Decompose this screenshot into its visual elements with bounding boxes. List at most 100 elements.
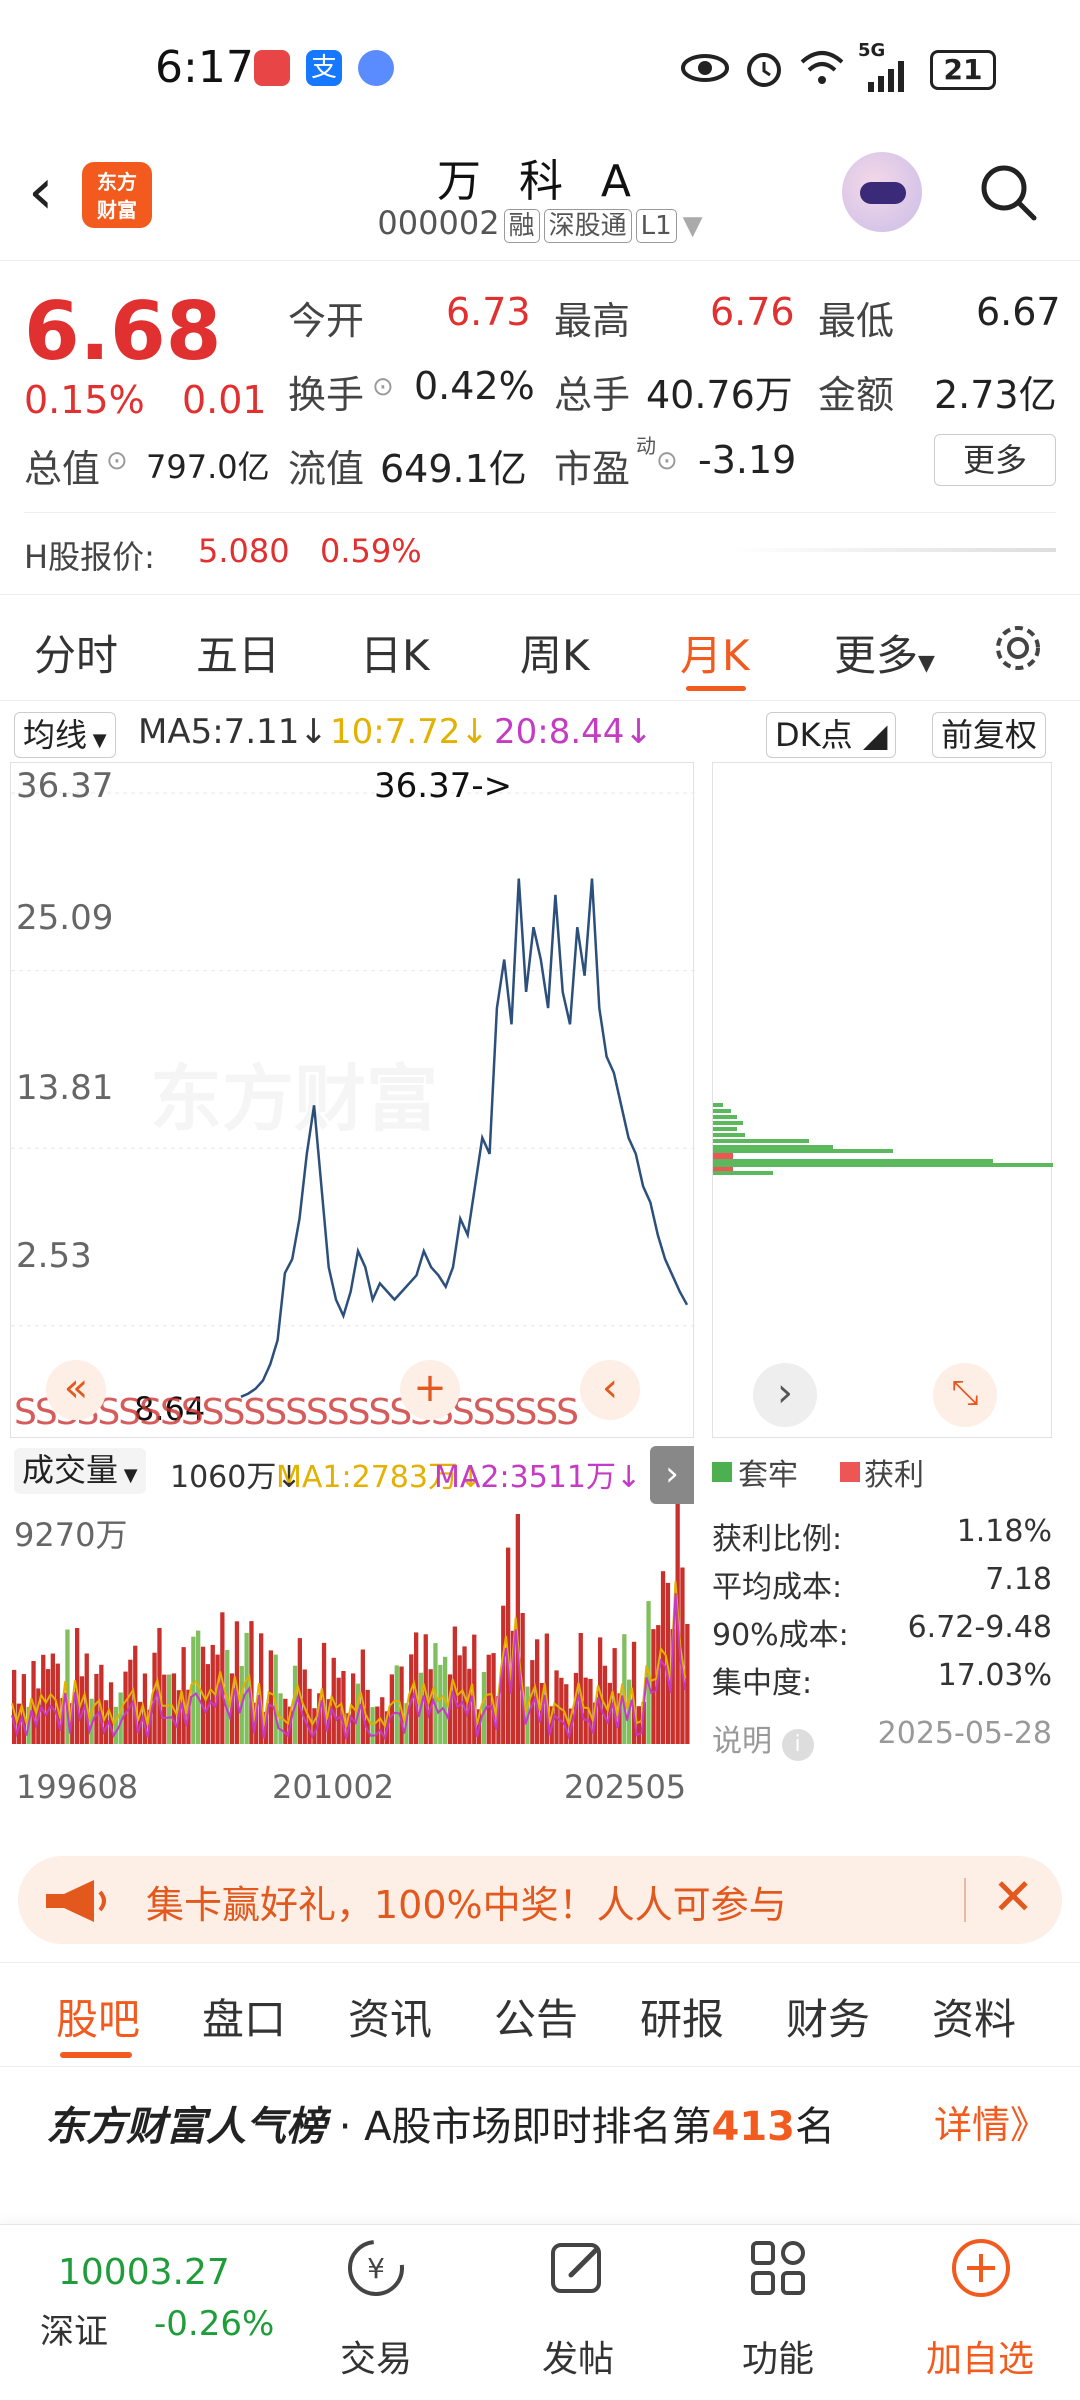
tab-forum[interactable]: 股吧 — [56, 1986, 140, 2047]
adjust-selector[interactable]: 前复权 — [932, 712, 1047, 758]
next-icon[interactable]: › — [753, 1363, 817, 1427]
settings-gear-icon[interactable] — [990, 620, 1046, 676]
profit-ratio-label: 获利比例: — [712, 1522, 843, 1557]
add-watchlist-icon[interactable] — [948, 2235, 1014, 2301]
tab-announcements[interactable]: 公告 — [494, 1986, 578, 2047]
volume-bar — [685, 1624, 690, 1744]
volume-ma2-text: MA2:3511万 — [434, 1460, 616, 1495]
trapped-legend-label: 套牢 — [738, 1458, 798, 1493]
huawei-app-icon — [254, 50, 290, 86]
signal-icon — [868, 61, 904, 92]
tab-intraday[interactable]: 分时 — [34, 622, 118, 683]
tag-level[interactable]: L1 — [635, 209, 677, 243]
volume-bar — [375, 1706, 380, 1744]
prev-icon[interactable]: ‹ — [580, 1360, 640, 1420]
zoom-in-icon[interactable]: + — [400, 1360, 460, 1420]
avg-cost-label: 平均成本: — [712, 1570, 843, 1605]
nav-post-label[interactable]: 发帖 — [518, 2330, 638, 2382]
tab-profile[interactable]: 资料 — [932, 1986, 1016, 2047]
tab-weekly-k[interactable]: 周K — [520, 622, 590, 683]
volume-bar — [268, 1650, 273, 1744]
tab-daily-k[interactable]: 日K — [360, 622, 430, 683]
info-circle-icon: i — [781, 1729, 814, 1761]
battery-icon: 21 — [930, 50, 996, 90]
nav-add-watchlist-label[interactable]: 加自选 — [920, 2330, 1040, 2382]
ma-selector[interactable]: 均线 ▼ — [14, 712, 116, 758]
info-icon[interactable]: ⊙ — [372, 372, 394, 402]
tab-more[interactable]: 更多▼ — [834, 622, 935, 683]
index-name[interactable]: 深证 — [40, 2304, 108, 2353]
promo-banner[interactable]: 集卡赢好礼，100%中奖！人人可参与 ✕ — [18, 1856, 1062, 1944]
rewind-icon[interactable]: « — [46, 1360, 106, 1420]
rank-prefix: · A股市场即时排名第 — [338, 2104, 712, 2150]
volume-bar — [162, 1674, 167, 1744]
tab-research[interactable]: 研报 — [640, 1986, 724, 2047]
avg-cost-row: 平均成本: 7.18 — [712, 1562, 1052, 1606]
volume-bar — [651, 1629, 656, 1744]
grid-apps-icon[interactable] — [745, 2235, 811, 2301]
more-button[interactable]: 更多 — [934, 434, 1056, 486]
profit-ratio-row: 获利比例: 1.18% — [712, 1514, 1052, 1558]
dk-point-selector[interactable]: DK点 ◢ — [766, 712, 897, 758]
profit-legend-swatch — [840, 1462, 860, 1482]
note-row[interactable]: 说明 i 2025-05-28 — [712, 1716, 1052, 1761]
tag-margin: 融 — [503, 209, 540, 243]
high-value: 6.76 — [710, 290, 795, 334]
popularity-rank[interactable]: 东方财富人气榜 · A股市场即时排名第413名 — [46, 2094, 835, 2152]
tag-connect: 深股通 — [543, 209, 632, 243]
promo-text: 集卡赢好礼，100%中奖！人人可参与 — [146, 1883, 787, 1927]
volume-ma2: MA2:3511万↓ — [434, 1460, 642, 1495]
volume-selector[interactable]: 成交量 ▼ — [14, 1448, 146, 1494]
info-icon[interactable]: ⊙ — [106, 446, 128, 476]
h-share-pct: 0.59% — [320, 532, 422, 570]
tab-more-label: 更多 — [834, 631, 919, 680]
chevron-down-icon[interactable]: ▼ — [683, 211, 703, 241]
search-icon[interactable] — [978, 162, 1038, 222]
concentration-label: 集中度: — [712, 1666, 813, 1701]
close-icon[interactable]: ✕ — [992, 1868, 1034, 1926]
volume-bar — [123, 1671, 128, 1744]
index-value[interactable]: 10003.27 — [58, 2252, 230, 2293]
avg-cost-value: 7.18 — [985, 1562, 1052, 1597]
max-price-label: 36.37-> — [374, 766, 513, 806]
distribution-svg — [713, 1103, 1053, 1175]
volume-bar — [457, 1655, 462, 1744]
distribution-date: 2025-05-28 — [877, 1716, 1052, 1751]
rank-detail-link[interactable]: 详情》 — [934, 2094, 1048, 2149]
tab-financials[interactable]: 财务 — [786, 1986, 870, 2047]
volume-bar — [312, 1708, 317, 1744]
index-change[interactable]: -0.26% — [154, 2304, 274, 2344]
tab-monthly-k[interactable]: 月K — [680, 622, 750, 683]
tab-five-day[interactable]: 五日 — [196, 622, 280, 683]
collapse-arrow-icon[interactable]: › — [650, 1446, 694, 1504]
x-tick-2: 201002 — [272, 1768, 395, 1806]
active-subtab-indicator — [60, 2052, 132, 2058]
volume-bar — [636, 1706, 641, 1744]
status-bar: 6:17 支 5G 21 — [0, 0, 1080, 140]
music-icon — [358, 50, 394, 86]
info-icon[interactable]: ⊙ — [656, 446, 678, 476]
tab-orderbook[interactable]: 盘口 — [202, 1986, 286, 2047]
trade-icon[interactable]: ¥ — [343, 2235, 409, 2301]
ma20-value: 20:8.44↓ — [494, 712, 653, 752]
volume-bar — [583, 1677, 588, 1744]
h-share-price: 5.080 — [198, 532, 290, 570]
ma5-text: MA5:7.11 — [138, 712, 300, 752]
tab-news[interactable]: 资讯 — [348, 1986, 432, 2047]
y-tick-1: 36.37 — [16, 766, 114, 806]
alipay-icon: 支 — [306, 50, 342, 86]
nav-trade-label[interactable]: 交易 — [316, 2330, 436, 2382]
volume-bar — [438, 1664, 443, 1744]
mktcap-label: 总值 — [24, 447, 101, 491]
low-value: 6.67 — [976, 290, 1061, 334]
volume-bar — [191, 1636, 196, 1744]
expand-icon[interactable]: ⤡ — [933, 1363, 997, 1427]
ma-selector-label: 均线 — [23, 716, 88, 754]
turnover-label: 换手 — [288, 373, 365, 417]
amount-value: 2.73亿 — [934, 373, 1057, 417]
compose-icon[interactable] — [545, 2235, 611, 2301]
trapped-legend-swatch — [712, 1462, 732, 1482]
assistant-avatar[interactable] — [842, 152, 922, 232]
nav-functions-label[interactable]: 功能 — [718, 2330, 838, 2382]
profit-ratio-value: 1.18% — [956, 1514, 1052, 1549]
